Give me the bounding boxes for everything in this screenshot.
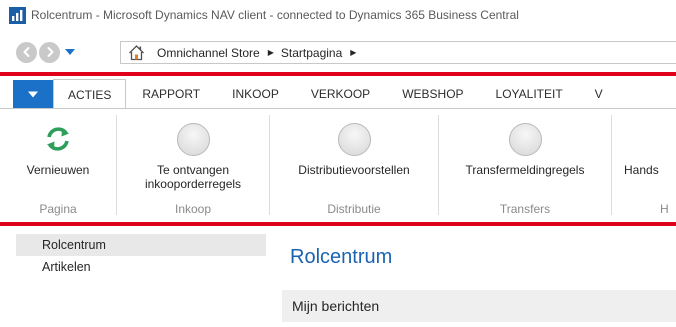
home-icon[interactable] xyxy=(128,44,145,61)
hands-button-label: Hands xyxy=(624,163,659,177)
refresh-button[interactable]: Vernieuwen xyxy=(0,109,116,177)
ribbon-body: Vernieuwen Pagina Te ontvangen inkoopord… xyxy=(0,109,676,221)
ribbon-group-label-pagina: Pagina xyxy=(39,202,77,216)
ribbon-group-transfers: Transfermeldingregels Transfers xyxy=(439,109,611,221)
hands-button[interactable]: Hands xyxy=(624,109,676,177)
transfer-notification-lines-label: Transfermeldingregels xyxy=(465,163,585,177)
my-notifications-section-header[interactable]: Mijn berichten xyxy=(282,290,676,322)
placeholder-circle-icon xyxy=(508,122,542,156)
expected-purchase-order-lines-label-1: Te ontvangen xyxy=(156,163,230,177)
dynamics-nav-app-icon xyxy=(9,6,26,24)
ribbon-tab-strip: ACTIES RAPPORT INKOOP VERKOOP WEBSHOP LO… xyxy=(0,79,676,109)
placeholder-circle-icon xyxy=(176,122,210,156)
tab-loyaliteit[interactable]: LOYALITEIT xyxy=(480,79,579,109)
placeholder-circle-icon xyxy=(337,122,371,156)
breadcrumb-item-startpagina[interactable]: Startpagina xyxy=(281,46,342,60)
ribbon-group-label-transfers: Transfers xyxy=(499,202,551,216)
tab-inkoop[interactable]: INKOOP xyxy=(216,79,295,109)
arrow-left-icon xyxy=(23,47,29,57)
history-dropdown-button[interactable] xyxy=(63,45,77,59)
tab-verkoop[interactable]: VERKOOP xyxy=(295,79,386,109)
accent-divider-bottom xyxy=(0,222,676,226)
refresh-button-label: Vernieuwen xyxy=(26,163,90,177)
accent-divider-top xyxy=(0,72,676,76)
nav-item-rolcentrum[interactable]: Rolcentrum xyxy=(16,234,266,256)
tab-rapport[interactable]: RAPPORT xyxy=(126,79,216,109)
ribbon-group-distributie: Distributievoorstellen Distributie xyxy=(270,109,438,221)
ribbon-group-label-inkoop: Inkoop xyxy=(174,202,212,216)
ribbon-group-overflow: Hands H xyxy=(612,109,676,221)
address-bar: Omnichannel Store ▶ Startpagina ▶ xyxy=(0,37,676,67)
forward-button[interactable] xyxy=(39,41,60,63)
window-title: Rolcentrum - Microsoft Dynamics NAV clie… xyxy=(31,8,519,22)
ribbon-group-pagina: Vernieuwen Pagina xyxy=(0,109,116,221)
title-bar: Rolcentrum - Microsoft Dynamics NAV clie… xyxy=(0,0,676,30)
nav-item-artikelen[interactable]: Artikelen xyxy=(16,256,266,278)
ribbon-group-label-distributie: Distributie xyxy=(327,202,381,216)
tab-webshop[interactable]: WEBSHOP xyxy=(386,79,479,109)
section-header-label: Mijn berichten xyxy=(292,298,380,314)
application-menu-button[interactable] xyxy=(13,80,53,109)
tab-acties[interactable]: ACTIES xyxy=(53,79,127,109)
ribbon-group-label-overflow: H xyxy=(660,202,669,216)
navigation-pane: Rolcentrum Artikelen xyxy=(16,234,266,327)
page-title: Rolcentrum xyxy=(290,246,393,268)
transfer-notification-lines-button[interactable]: Transfermeldingregels xyxy=(439,109,611,177)
refresh-icon xyxy=(41,122,75,156)
breadcrumb-separator-icon[interactable]: ▶ xyxy=(268,48,274,57)
tab-overflow[interactable]: V xyxy=(579,79,619,109)
caret-down-icon xyxy=(28,91,38,98)
arrow-right-icon xyxy=(47,47,53,57)
caret-down-icon xyxy=(65,49,75,55)
breadcrumb[interactable]: Omnichannel Store ▶ Startpagina ▶ xyxy=(120,41,676,64)
back-button[interactable] xyxy=(16,41,37,63)
expected-purchase-order-lines-button[interactable]: Te ontvangen inkooporderregels xyxy=(117,109,269,191)
breadcrumb-item-store[interactable]: Omnichannel Store xyxy=(157,46,260,60)
distribution-proposals-label: Distributievoorstellen xyxy=(298,163,410,177)
breadcrumb-separator-icon[interactable]: ▶ xyxy=(350,48,356,57)
expected-purchase-order-lines-label-2: inkooporderregels xyxy=(144,177,242,191)
distribution-proposals-button[interactable]: Distributievoorstellen xyxy=(270,109,438,177)
ribbon-group-inkoop: Te ontvangen inkooporderregels Inkoop xyxy=(117,109,269,221)
